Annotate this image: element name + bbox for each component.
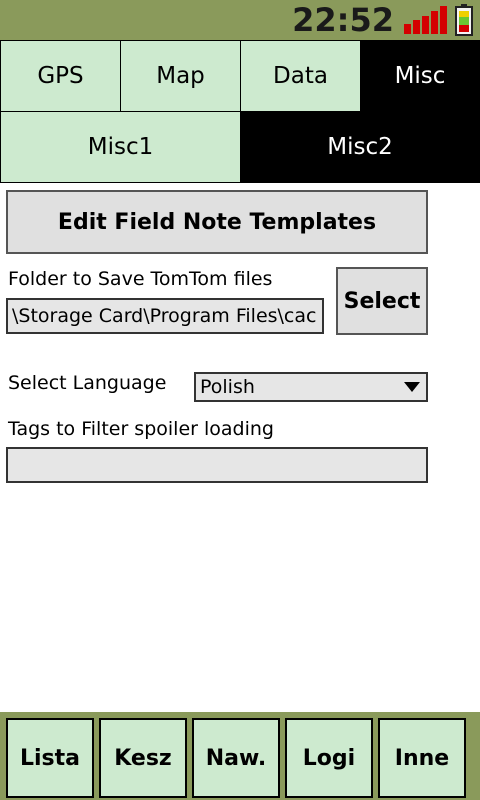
language-dropdown[interactable]: Polish [194, 372, 428, 402]
spoiler-tags-field[interactable] [6, 447, 428, 483]
tomtom-folder-field[interactable]: \Storage Card\Program Files\cac [6, 298, 324, 334]
clock: 22:52 [292, 1, 394, 39]
tomtom-folder-label: Folder to Save TomTom files [8, 268, 273, 290]
tab-label: Data [273, 63, 328, 89]
tab-label: GPS [37, 63, 84, 89]
tab-misc[interactable]: Misc [360, 40, 480, 112]
chevron-down-icon [404, 382, 420, 392]
nav-kesz-button[interactable]: Kesz [99, 718, 187, 798]
tab-label: Map [156, 63, 205, 89]
tab-misc1[interactable]: Misc1 [0, 111, 241, 183]
tab-label: Misc2 [327, 134, 393, 160]
tab-label: Misc [394, 63, 446, 89]
nav-lista-button[interactable]: Lista [6, 718, 94, 798]
language-value: Polish [200, 376, 255, 398]
edit-field-note-templates-button[interactable]: Edit Field Note Templates [6, 190, 428, 254]
nav-logi-button[interactable]: Logi [285, 718, 373, 798]
spoiler-tags-label: Tags to Filter spoiler loading [8, 418, 274, 440]
battery-icon [455, 4, 473, 36]
signal-bars-icon [404, 6, 447, 34]
tab-gps[interactable]: GPS [0, 40, 121, 112]
select-folder-button[interactable]: Select [336, 267, 428, 335]
nav-naw-button[interactable]: Naw. [192, 718, 280, 798]
tab-label: Misc1 [87, 134, 154, 160]
tab-data[interactable]: Data [240, 40, 361, 112]
tab-misc2[interactable]: Misc2 [240, 111, 480, 183]
nav-inne-button[interactable]: Inne [378, 718, 466, 798]
language-label: Select Language [8, 372, 167, 394]
tab-map[interactable]: Map [120, 40, 241, 112]
status-bar: 22:52 [0, 0, 480, 40]
